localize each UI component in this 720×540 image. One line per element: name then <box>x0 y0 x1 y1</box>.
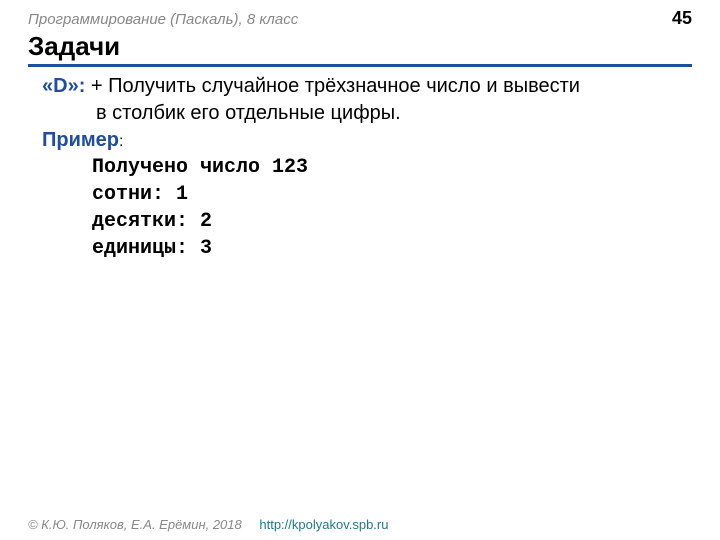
header: Программирование (Паскаль), 8 класс 45 <box>0 0 720 31</box>
example-colon: : <box>119 133 123 150</box>
footer-link: http://kpolyakov.spb.ru <box>259 517 388 532</box>
breadcrumb: Программирование (Паскаль), 8 класс <box>28 11 298 28</box>
example-label: Пример <box>42 129 119 151</box>
code-line: Получено число 123 <box>92 154 692 181</box>
title-block: Задачи <box>0 31 720 67</box>
task-line1: «D»: + Получить случайное трёхзначное чи… <box>42 73 692 100</box>
task-text1: + Получить случайное трёхзначное число и… <box>85 75 580 97</box>
page-number: 45 <box>672 8 692 29</box>
code-block: Получено число 123 сотни: 1 десятки: 2 е… <box>42 154 692 262</box>
task-label: «D»: <box>42 75 85 97</box>
page-title: Задачи <box>28 31 692 64</box>
code-line: единицы: 3 <box>92 235 692 262</box>
footer: © К.Ю. Поляков, Е.А. Ерёмин, 2018 http:/… <box>28 517 388 532</box>
content: «D»: + Получить случайное трёхзначное чи… <box>0 67 720 262</box>
footer-copyright: © К.Ю. Поляков, Е.А. Ерёмин, 2018 <box>28 517 242 532</box>
code-line: сотни: 1 <box>92 181 692 208</box>
code-line: десятки: 2 <box>92 208 692 235</box>
task-line2: в столбик его отдельные цифры. <box>42 100 692 127</box>
example-label-row: Пример: <box>42 127 692 154</box>
